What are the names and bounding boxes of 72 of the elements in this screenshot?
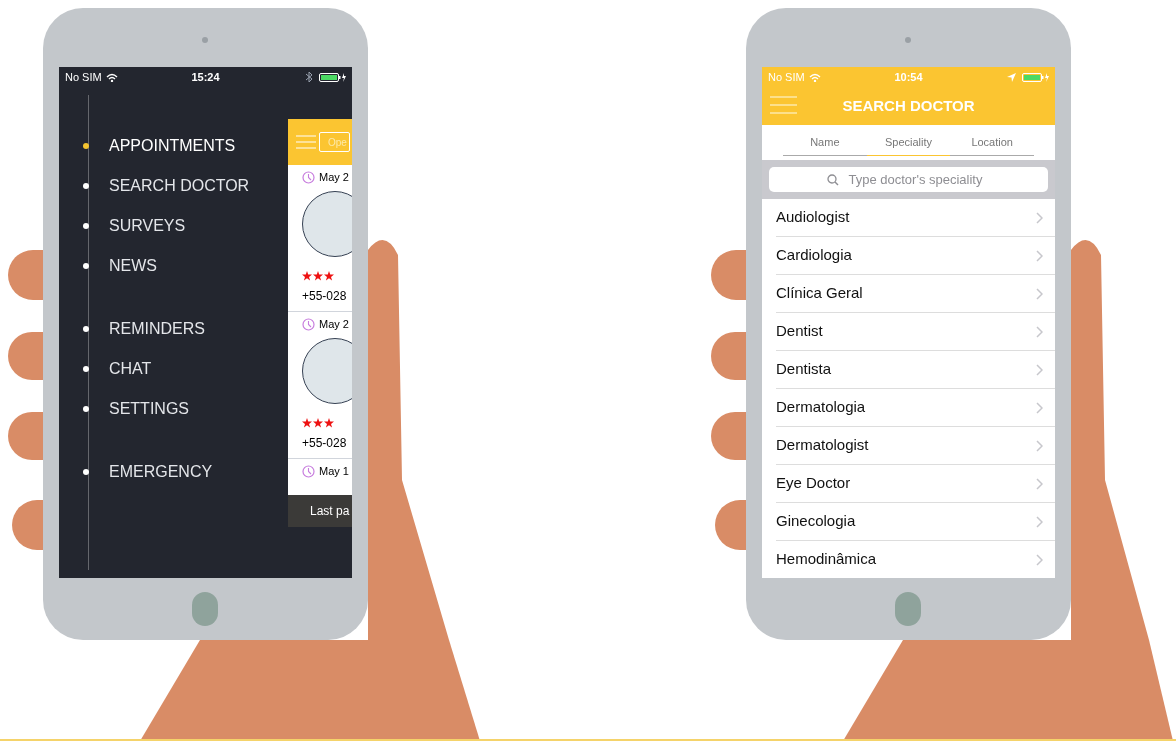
speciality-row[interactable]: Ginecologia xyxy=(776,503,1055,541)
chevron-icon xyxy=(1036,401,1043,414)
menu-item[interactable]: SETTINGS xyxy=(109,397,189,421)
finger-shape xyxy=(8,412,43,460)
menu-item[interactable]: SEARCH DOCTOR xyxy=(109,174,250,198)
speciality-row[interactable]: Dentista xyxy=(776,351,1055,389)
menu-item[interactable]: REMINDERS xyxy=(109,317,205,341)
location-arrow-icon xyxy=(1007,72,1016,82)
finger-shape xyxy=(8,332,43,380)
chevron-icon xyxy=(1036,477,1043,490)
menu-item[interactable]: NEWS xyxy=(109,254,157,278)
menu-item[interactable]: APPOINTMENTS xyxy=(109,134,236,158)
chevron-icon xyxy=(1036,363,1043,376)
home-button[interactable] xyxy=(895,592,921,626)
speciality-row[interactable]: Eye Doctor xyxy=(776,465,1055,503)
speciality-row[interactable]: Dermatologist xyxy=(776,427,1055,465)
chevron-icon xyxy=(1036,515,1043,528)
status-time: 15:24 xyxy=(191,69,220,85)
speciality-row[interactable]: Dermatologia xyxy=(776,389,1055,427)
star-icon xyxy=(324,418,334,428)
search-tab[interactable]: Name xyxy=(783,130,867,156)
battery-icon xyxy=(1022,72,1049,82)
battery-icon xyxy=(319,72,346,82)
photo-placeholder xyxy=(302,191,352,257)
chevron-icon xyxy=(1036,249,1043,262)
star-icon xyxy=(313,271,323,281)
menu-item[interactable]: EMERGENCY xyxy=(109,460,213,484)
search-field[interactable]: Type doctor's speciality xyxy=(769,167,1048,192)
wifi-icon xyxy=(808,72,821,82)
finger-shape xyxy=(711,412,746,460)
search-icon xyxy=(827,174,839,186)
home-button[interactable] xyxy=(192,592,218,626)
search-tab[interactable]: Speciality xyxy=(866,130,951,156)
photo-placeholder xyxy=(302,338,352,404)
chevron-icon xyxy=(1036,553,1043,566)
search-tab[interactable]: Location xyxy=(950,130,1034,156)
chevron-icon xyxy=(1036,325,1043,338)
speciality-row[interactable]: Hemodinâmica xyxy=(776,541,1055,578)
appointment-date: May 2 xyxy=(319,316,349,332)
finger-shape xyxy=(711,332,746,380)
appointment-date: May 2 xyxy=(319,169,349,185)
chevron-icon xyxy=(1036,211,1043,224)
phone-number: +55-028 xyxy=(302,288,348,305)
star-icon xyxy=(313,418,323,428)
star-icon xyxy=(302,271,312,281)
star-icon xyxy=(302,418,312,428)
star-icon xyxy=(324,271,334,281)
menu-item[interactable]: SURVEYS xyxy=(109,214,186,238)
speciality-row[interactable]: Clínica Geral xyxy=(776,275,1055,313)
clock-icon xyxy=(302,317,315,331)
chevron-icon xyxy=(1036,287,1043,300)
speciality-row[interactable]: Dentist xyxy=(776,313,1055,351)
speciality-row[interactable]: Audiologist xyxy=(776,199,1055,237)
appointment-date: May 1 xyxy=(319,463,349,479)
wifi-icon xyxy=(105,72,118,82)
carrier-label: No SIM xyxy=(65,69,102,85)
finger-shape xyxy=(12,500,43,550)
finger-shape xyxy=(8,250,43,300)
bluetooth-icon xyxy=(305,71,313,83)
speciality-row[interactable]: Cardiologia xyxy=(776,237,1055,275)
finger-shape xyxy=(715,500,746,550)
finger-shape xyxy=(711,250,746,300)
clock-icon xyxy=(302,464,315,478)
clock-icon xyxy=(302,170,315,184)
screen-title: SEARCH DOCTOR xyxy=(842,95,975,116)
chevron-icon xyxy=(1036,439,1043,452)
menu-icon[interactable] xyxy=(770,96,797,114)
footer-text: Last pa xyxy=(310,503,350,520)
carrier-label: No SIM xyxy=(768,69,805,85)
menu-item[interactable]: CHAT xyxy=(109,357,152,381)
status-time: 10:54 xyxy=(894,69,923,85)
phone-number: +55-028 xyxy=(302,435,348,452)
